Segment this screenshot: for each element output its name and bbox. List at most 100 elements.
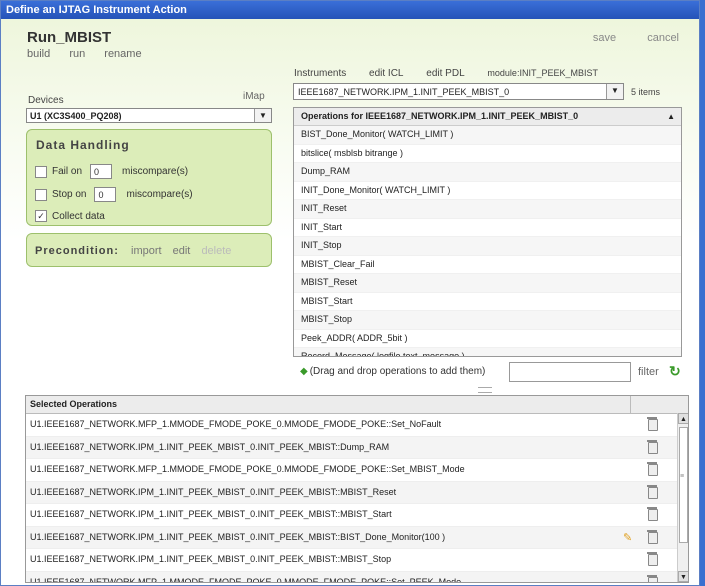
table-row-label: U1.IEEE1687_NETWORK.IPM_1.INIT_PEEK_MBIS… <box>30 531 446 542</box>
operation-item[interactable]: INIT_Stop <box>294 237 681 256</box>
trash-icon[interactable] <box>647 507 658 521</box>
trash-icon[interactable] <box>647 552 658 566</box>
filter-label: filter <box>638 366 659 378</box>
scroll-up-icon[interactable]: ▲ <box>678 413 688 424</box>
arrow-down-icon: ◆ <box>300 366 308 377</box>
drag-hint-text: (Drag and drop operations to add them) <box>309 366 486 377</box>
collect-data-row: ✓ Collect data <box>35 210 105 222</box>
instruments-label: Instruments <box>294 68 347 79</box>
trash-icon[interactable] <box>647 462 658 476</box>
vertical-scrollbar[interactable]: ▲ ≡ ▼ <box>677 413 688 582</box>
table-row-label: U1.IEEE1687_NETWORK.MFP_1.MMODE_FMODE_PO… <box>30 464 465 474</box>
stop-on-row: Stop on 0 miscompare(s) <box>35 187 193 202</box>
table-row[interactable]: U1.IEEE1687_NETWORK.MFP_1.MMODE_FMODE_PO… <box>26 414 688 437</box>
action-name: Run_MBIST <box>27 29 112 46</box>
operations-items: BIST_Done_Monitor( WATCH_LIMIT ) bitslice… <box>294 126 681 356</box>
table-row[interactable]: U1.IEEE1687_NETWORK.MFP_1.MMODE_FMODE_PO… <box>26 459 688 482</box>
stop-on-input[interactable]: 0 <box>94 187 117 202</box>
table-row[interactable]: U1.IEEE1687_NETWORK.IPM_1.INIT_PEEK_MBIS… <box>26 481 688 504</box>
table-row[interactable]: U1.IEEE1687_NETWORK.IPM_1.INIT_PEEK_MBIS… <box>26 436 688 459</box>
trash-icon[interactable] <box>647 484 658 499</box>
refresh-icon[interactable]: ↻ <box>669 363 681 380</box>
operation-item[interactable]: MBIST_Clear_Fail <box>294 256 681 274</box>
operation-item[interactable]: INIT_Done_Monitor( WATCH_LIMIT ) <box>294 182 681 200</box>
scroll-down-icon[interactable]: ▼ <box>678 571 688 582</box>
operation-item[interactable]: Dump_RAM <box>294 163 681 182</box>
operation-item[interactable]: INIT_Start <box>294 219 681 237</box>
stop-on-label: Stop on <box>52 189 87 200</box>
instrument-select[interactable]: IEEE1687_NETWORK.IPM_1.INIT_PEEK_MBIST_0… <box>293 83 624 100</box>
table-row-label: U1.IEEE1687_NETWORK.IPM_1.INIT_PEEK_MBIS… <box>30 441 390 452</box>
table-row[interactable]: U1.IEEE1687_NETWORK.IPM_1.INIT_PEEK_MBIS… <box>26 504 688 527</box>
operation-item[interactable]: MBIST_Stop <box>294 311 681 330</box>
rename-link[interactable]: rename <box>104 48 141 60</box>
table-row-label: U1.IEEE1687_NETWORK.IPM_1.INIT_PEEK_MBIS… <box>30 509 392 519</box>
scroll-grip-icon: ≡ <box>680 473 685 480</box>
operation-item[interactable]: BIST_Done_Monitor( WATCH_LIMIT ) <box>294 126 681 145</box>
scroll-thumb[interactable] <box>679 427 688 543</box>
stop-on-checkbox[interactable] <box>35 188 47 201</box>
edit-icl-link[interactable]: edit ICL <box>369 68 403 79</box>
device-select[interactable]: U1 (XC3S400_PQ208) ▼ <box>26 108 272 123</box>
window-title: Define an IJTAG Instrument Action <box>1 1 699 19</box>
import-link[interactable]: import <box>131 245 162 257</box>
split-handle[interactable] <box>478 387 492 393</box>
table-row[interactable]: U1.IEEE1687_NETWORK.MFP_1.MMODE_FMODE_PO… <box>26 571 688 583</box>
pencil-icon[interactable]: ✎ <box>623 528 632 550</box>
instrument-select-value: IEEE1687_NETWORK.IPM_1.INIT_PEEK_MBIST_0 <box>298 87 510 97</box>
build-link[interactable]: build <box>27 48 50 60</box>
device-select-value: U1 (XC3S400_PQ208) <box>30 111 122 121</box>
edit-pdl-link[interactable]: edit PDL <box>426 68 464 79</box>
run-link[interactable]: run <box>69 48 85 60</box>
drag-hint: ◆ (Drag and drop operations to add them) <box>300 366 485 377</box>
devices-label: Devices <box>28 95 64 106</box>
filter-input[interactable] <box>509 362 631 382</box>
fail-on-checkbox[interactable] <box>35 165 47 178</box>
items-count: 5 items <box>631 87 661 97</box>
actions-column-header <box>630 396 688 413</box>
operation-item[interactable]: Record_Message( logfile text_message ) <box>294 348 681 356</box>
operations-header: Operations for IEEE1687_NETWORK.IPM_1.IN… <box>294 108 681 126</box>
table-row-label: U1.IEEE1687_NETWORK.IPM_1.INIT_PEEK_MBIS… <box>30 554 392 564</box>
operation-item[interactable]: INIT_Reset <box>294 200 681 219</box>
edit-link[interactable]: edit <box>173 245 191 257</box>
table-row-label: U1.IEEE1687_NETWORK.MFP_1.MMODE_FMODE_PO… <box>30 576 462 583</box>
data-handling-title: Data Handling <box>36 138 130 152</box>
table-row-label: U1.IEEE1687_NETWORK.MFP_1.MMODE_FMODE_PO… <box>30 419 442 429</box>
cancel-button[interactable]: cancel <box>647 32 679 44</box>
dialog-actions: save cancel <box>565 32 679 44</box>
data-handling-panel: Data Handling Fail on 0 miscompare(s) St… <box>26 129 272 226</box>
trash-icon[interactable] <box>647 417 658 431</box>
table-row[interactable]: U1.IEEE1687_NETWORK.IPM_1.INIT_PEEK_MBIS… <box>26 526 688 550</box>
collect-data-label: Collect data <box>52 210 105 222</box>
module-label: module:INIT_PEEK_MBIST <box>487 68 598 78</box>
stop-on-unit: miscompare(s) <box>126 189 193 200</box>
instruments-toolbar: Instruments edit ICL edit PDL module:INI… <box>294 68 598 79</box>
chevron-down-icon[interactable]: ▼ <box>254 109 271 122</box>
save-button[interactable]: save <box>593 32 616 44</box>
operations-list: Operations for IEEE1687_NETWORK.IPM_1.IN… <box>293 107 682 357</box>
chevron-up-icon[interactable]: ▲ <box>667 108 675 125</box>
chevron-down-icon[interactable]: ▼ <box>606 84 623 99</box>
trash-icon[interactable] <box>647 529 658 544</box>
action-links: build run rename <box>27 48 158 60</box>
dialog-window: Define an IJTAG Instrument Action Run_MB… <box>0 0 700 586</box>
table-row[interactable]: U1.IEEE1687_NETWORK.IPM_1.INIT_PEEK_MBIS… <box>26 549 688 572</box>
selected-operations-rows: U1.IEEE1687_NETWORK.MFP_1.MMODE_FMODE_PO… <box>26 414 688 583</box>
imap-link[interactable]: iMap <box>243 91 265 102</box>
fail-on-input[interactable]: 0 <box>90 164 113 179</box>
fail-on-row: Fail on 0 miscompare(s) <box>35 164 188 179</box>
selected-operations-table: Selected Operations U1.IEEE1687_NETWORK.… <box>25 395 689 583</box>
selected-operations-header-label: Selected Operations <box>30 399 118 409</box>
operation-item[interactable]: MBIST_Start <box>294 293 681 311</box>
precondition-links: import edit delete <box>131 245 239 257</box>
collect-data-checkbox[interactable]: ✓ <box>35 210 47 222</box>
table-row-label: U1.IEEE1687_NETWORK.IPM_1.INIT_PEEK_MBIS… <box>30 486 397 497</box>
operation-item[interactable]: bitslice( msblsb bitrange ) <box>294 145 681 163</box>
delete-link: delete <box>201 245 232 257</box>
operation-item[interactable]: Peek_ADDR( ADDR_5bit ) <box>294 330 681 348</box>
fail-on-label: Fail on <box>52 166 83 177</box>
operation-item[interactable]: MBIST_Reset <box>294 274 681 293</box>
trash-icon[interactable] <box>647 439 658 454</box>
trash-icon[interactable] <box>647 574 658 582</box>
